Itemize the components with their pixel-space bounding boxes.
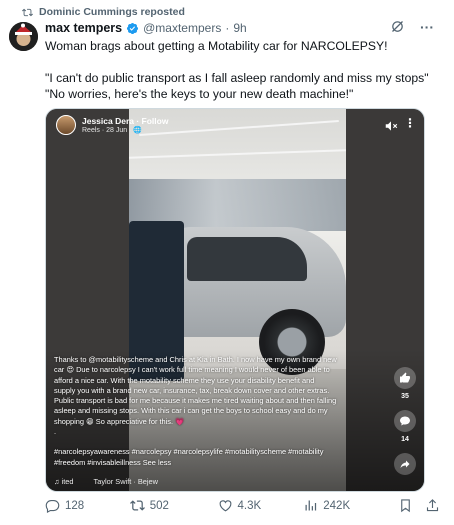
author-handle[interactable]: @maxtempers (143, 21, 221, 35)
views-count: 242K (323, 499, 351, 512)
tweet-line-1: Woman brags about getting a Motability c… (45, 39, 388, 53)
tweet-text: Woman brags about getting a Motability c… (45, 38, 445, 102)
post-time[interactable]: 9h (233, 21, 246, 35)
video-like-button[interactable] (394, 367, 416, 389)
thumbs-up-icon (400, 372, 410, 383)
reply-icon (45, 499, 60, 513)
poster-meta: Reels · 28 Jun · 🌐 (82, 127, 143, 134)
share-icon[interactable] (425, 498, 440, 513)
like-count: 4.3K (237, 499, 262, 512)
tweet-header: max tempers @maxtempers · 9h (45, 21, 247, 35)
end-actions (398, 498, 440, 513)
video-footer: ♫ ited Taylor Swift · Bejew (54, 477, 158, 486)
caption-line: Thanks to @motabilityscheme and Chris at… (54, 355, 337, 364)
header-separator: · (225, 21, 230, 35)
caption-hashtags[interactable]: #freedom #invisableillness See less (54, 458, 399, 468)
poster-avatar (56, 115, 76, 135)
tweet-line-2: "I can't do public transport as I fall a… (45, 71, 429, 85)
repost-icon (22, 8, 33, 16)
bookmark-icon[interactable] (398, 498, 413, 513)
music-track[interactable]: Taylor Swift · Bejew (94, 477, 158, 486)
caption-dot: . (54, 427, 57, 437)
engagement-bar: 128 502 4.3K 242K (45, 498, 440, 513)
caption-line: shopping 😁 So appreciative for this. 💗 (54, 416, 185, 426)
video-share-button[interactable] (394, 453, 416, 475)
caption-line: afford a nice car. With the motability s… (54, 375, 315, 385)
video-more-icon[interactable]: ⋮ (404, 116, 416, 130)
author-avatar[interactable] (9, 22, 38, 51)
repost-text: Dominic Cummings reposted (39, 6, 185, 18)
video-comment-count: 14 (401, 436, 409, 443)
video-actions: 35 14 (392, 367, 418, 475)
video-caption: Thanks to @motabilityscheme and Chris at… (54, 355, 399, 468)
author-name[interactable]: max tempers (45, 21, 122, 35)
repost-indicator[interactable]: Dominic Cummings reposted (22, 6, 185, 18)
avatar-image (9, 22, 38, 51)
caption-line: supply you with a brand new car, insuran… (54, 385, 330, 395)
more-options-icon[interactable]: ··· (420, 20, 434, 34)
like-button[interactable]: 4.3K (218, 498, 304, 513)
caption-hashtags[interactable]: #narcolepsyawareness #narcolepsy #narcol… (54, 447, 399, 457)
caption-line: car 😍 Due to narcolepsy I can't work ful… (54, 365, 330, 375)
caption-line: Public transport is bad for me because i… (54, 396, 337, 406)
repost-count: 502 (149, 499, 169, 512)
repost-button[interactable]: 502 (129, 498, 218, 513)
reply-count: 128 (65, 499, 85, 512)
video-poster[interactable]: Jessica Dera · Follow Reels · 28 Jun · 🌐 (56, 115, 168, 135)
embedded-video[interactable]: Jessica Dera · Follow Reels · 28 Jun · 🌐… (45, 108, 425, 492)
repost-icon (129, 500, 145, 511)
header-actions: ··· (390, 19, 434, 34)
poster-name: Jessica Dera · Follow (82, 116, 169, 126)
tweet-line-3: "No worries, here's the keys to your new… (45, 87, 354, 101)
verified-badge-icon (127, 22, 139, 34)
video-like-count: 35 (401, 393, 409, 400)
video-comment-button[interactable] (394, 410, 416, 432)
footer-left-text: ♫ ited (54, 477, 74, 486)
reply-button[interactable]: 128 (45, 498, 130, 513)
mute-icon[interactable] (384, 119, 398, 133)
views-chart-icon (305, 500, 317, 511)
grok-icon[interactable] (390, 19, 405, 34)
caption-line: asleep and missing stops. With this car … (54, 406, 328, 416)
comment-icon (400, 416, 410, 426)
share-arrow-icon (400, 460, 410, 468)
views-button[interactable]: 242K (303, 498, 398, 513)
heart-icon (219, 500, 231, 512)
